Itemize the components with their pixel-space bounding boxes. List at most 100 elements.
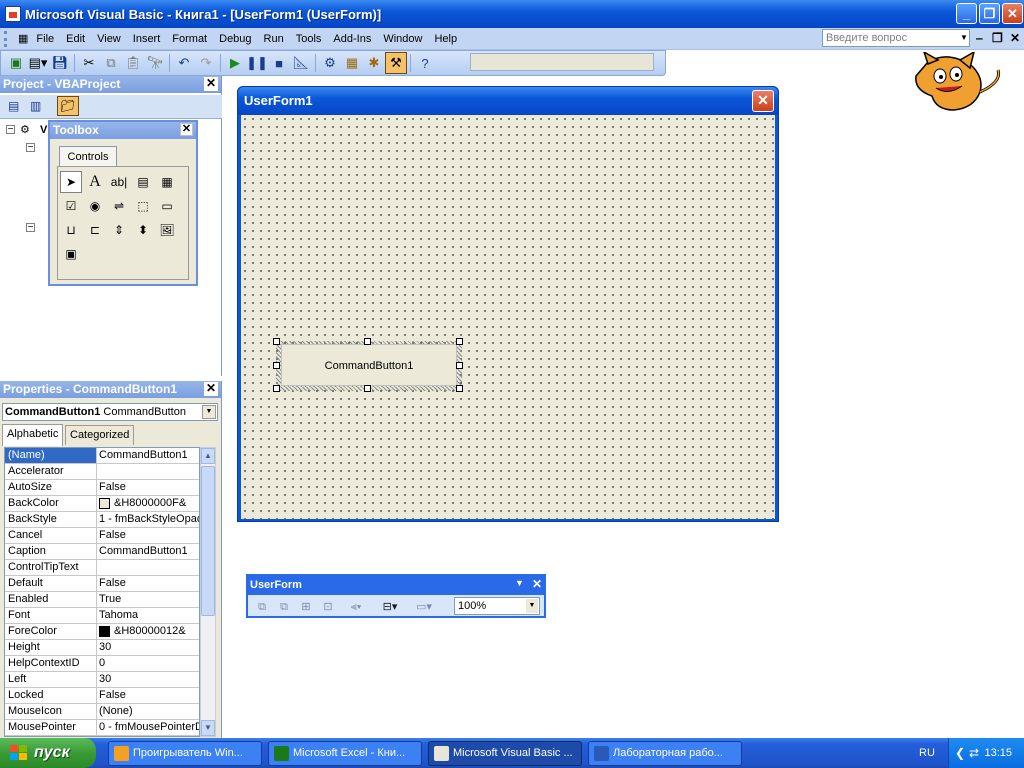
property-value[interactable]: CommandButton1 xyxy=(97,448,199,463)
property-value[interactable]: &H8000000F& xyxy=(97,496,199,511)
help-dropdown-icon[interactable]: ▼ xyxy=(958,30,970,46)
tree-collapse-icon[interactable]: − xyxy=(6,125,15,135)
clock[interactable]: 13:15 xyxy=(984,747,1012,759)
userform-close-icon[interactable]: ✕ xyxy=(752,90,774,112)
send-to-back-icon[interactable]: ⧉ xyxy=(274,598,294,616)
resize-handle[interactable] xyxy=(364,338,371,345)
chevron-down-icon[interactable]: ▼ xyxy=(202,405,216,419)
userform-toolbar-title[interactable]: UserForm xyxy=(248,576,544,595)
property-value[interactable]: &H80000012& xyxy=(97,624,199,639)
combobox-tool-icon[interactable]: ▤ xyxy=(132,171,154,193)
zoom-dropdown[interactable]: 100% ▼ xyxy=(454,597,540,615)
minimize-button[interactable]: _ xyxy=(956,3,977,24)
cut-icon[interactable]: ✂ xyxy=(78,52,100,74)
select-objects-icon[interactable]: ➤ xyxy=(60,171,82,193)
property-row[interactable]: BackColor &H8000000F& xyxy=(5,496,199,512)
property-row[interactable]: Font Tahoma xyxy=(5,608,199,624)
menubar-grip[interactable] xyxy=(4,30,16,47)
resize-handle[interactable] xyxy=(456,385,463,392)
property-value[interactable]: False xyxy=(97,480,199,495)
resize-handle[interactable] xyxy=(273,385,280,392)
property-value[interactable]: 1 - fmBackStyleOpaq xyxy=(97,512,199,527)
task-media-player[interactable]: Проигрыватель Win... xyxy=(108,741,262,766)
menu-edit[interactable]: Edit xyxy=(60,29,91,49)
toolbox-close-icon[interactable]: ✕ xyxy=(180,123,193,136)
close-button[interactable]: ✕ xyxy=(1002,3,1023,24)
task-excel[interactable]: Microsoft Excel - Кни... xyxy=(268,741,422,766)
textbox-tool-icon[interactable]: ab| xyxy=(108,171,130,193)
toolbox-title[interactable]: Toolbox xyxy=(50,122,196,139)
spinbutton-tool-icon[interactable]: ⬍ xyxy=(132,219,154,241)
insert-userform-icon[interactable]: ▤▾ xyxy=(27,52,49,74)
command-button-1[interactable]: CommandButton1 xyxy=(281,344,457,386)
resize-handle[interactable] xyxy=(273,338,280,345)
vba-app-icon[interactable] xyxy=(5,6,21,22)
image-tool-icon[interactable]: 🖼︎ xyxy=(156,219,178,241)
properties-window-icon[interactable]: ▦ xyxy=(341,52,363,74)
refedit-tool-icon[interactable]: ▣ xyxy=(60,243,82,265)
copy-icon[interactable]: ⧉ xyxy=(100,52,122,74)
property-row[interactable]: Enabled True xyxy=(5,592,199,608)
make-same-size-icon[interactable]: ▭▾ xyxy=(414,598,434,616)
menu-window[interactable]: Window xyxy=(377,29,428,49)
view-code-icon[interactable]: ▤ xyxy=(8,99,19,113)
undo-icon[interactable]: ↶ xyxy=(173,52,195,74)
resize-handle[interactable] xyxy=(456,338,463,345)
resize-handle[interactable] xyxy=(456,362,463,369)
property-row[interactable]: MousePointer 0 - fmMousePointerD xyxy=(5,720,199,736)
resize-handle[interactable] xyxy=(364,385,371,392)
property-row[interactable]: Cancel False xyxy=(5,528,199,544)
view-object-icon[interactable]: ▥ xyxy=(30,99,41,113)
mdi-system-icon[interactable]: ▦ xyxy=(16,29,30,49)
property-value[interactable]: 0 - fmMousePointerD xyxy=(97,720,199,735)
scroll-up-icon[interactable]: ▲ xyxy=(201,448,215,464)
scroll-thumb[interactable] xyxy=(201,466,215,616)
userform-title[interactable]: UserForm1 xyxy=(238,87,778,115)
ungroup-icon[interactable]: ⊡ xyxy=(318,598,338,616)
property-value[interactable]: 0 xyxy=(97,656,199,671)
group-icon[interactable]: ⊞ xyxy=(296,598,316,616)
title-bar[interactable]: Microsoft Visual Basic - Книга1 - [UserF… xyxy=(0,0,1024,28)
property-value[interactable]: 30 xyxy=(97,640,199,655)
design-mode-icon[interactable]: 📐︎ xyxy=(290,52,312,74)
property-row[interactable]: Height 30 xyxy=(5,640,199,656)
toolbar-close-icon[interactable]: ✕ xyxy=(532,577,542,591)
property-row[interactable]: Caption CommandButton1 xyxy=(5,544,199,560)
tabstrip-tool-icon[interactable]: ⊔ xyxy=(60,219,82,241)
properties-panel-close-icon[interactable]: ✕ xyxy=(204,382,218,396)
property-row[interactable]: ForeColor &H80000012& xyxy=(5,624,199,640)
multipage-tool-icon[interactable]: ⊏ xyxy=(84,219,106,241)
frame-tool-icon[interactable]: ⬚ xyxy=(132,195,154,217)
view-excel-icon[interactable]: ▣ xyxy=(5,52,27,74)
bring-to-front-icon[interactable]: ⧉ xyxy=(252,598,272,616)
task-word[interactable]: Лабораторная рабо... xyxy=(588,741,742,766)
toolbox-icon[interactable]: ⚒ xyxy=(385,52,407,74)
property-row[interactable]: AutoSize False xyxy=(5,480,199,496)
tree-collapse-icon[interactable]: − xyxy=(26,143,35,153)
property-row[interactable]: Default False xyxy=(5,576,199,592)
run-icon[interactable]: ▶ xyxy=(224,52,246,74)
menu-add-ins[interactable]: Add-Ins xyxy=(327,29,377,49)
togglebutton-tool-icon[interactable]: ⇌ xyxy=(108,195,130,217)
resize-handle[interactable] xyxy=(273,362,280,369)
help-icon[interactable]: ? xyxy=(414,52,436,74)
redo-icon[interactable]: ↷ xyxy=(195,52,217,74)
properties-scrollbar[interactable]: ▲ ▼ xyxy=(200,447,216,737)
object-selector-dropdown[interactable]: CommandButton1 CommandButton ▼ xyxy=(2,403,218,421)
tray-expand-icon[interactable]: ❮ xyxy=(955,738,965,768)
task-visual-basic[interactable]: Microsoft Visual Basic ... xyxy=(428,741,582,766)
property-row[interactable]: BackStyle 1 - fmBackStyleOpaq xyxy=(5,512,199,528)
label-tool-icon[interactable]: A xyxy=(84,171,106,193)
scroll-down-icon[interactable]: ▼ xyxy=(201,720,215,736)
menu-tools[interactable]: Tools xyxy=(290,29,328,49)
tab-categorized[interactable]: Categorized xyxy=(65,425,135,445)
menu-insert[interactable]: Insert xyxy=(127,29,167,49)
checkbox-tool-icon[interactable]: ☑ xyxy=(60,195,82,217)
property-row[interactable]: MouseIcon (None) xyxy=(5,704,199,720)
tab-alphabetic[interactable]: Alphabetic xyxy=(2,424,64,446)
scrollbar-tool-icon[interactable]: ⇕ xyxy=(108,219,130,241)
start-button[interactable]: пуск xyxy=(0,738,96,768)
restore-button[interactable]: ❐ xyxy=(979,3,1000,24)
save-icon[interactable]: 💾︎ xyxy=(49,52,71,74)
mdi-close-icon[interactable]: ✕ xyxy=(1010,31,1020,45)
